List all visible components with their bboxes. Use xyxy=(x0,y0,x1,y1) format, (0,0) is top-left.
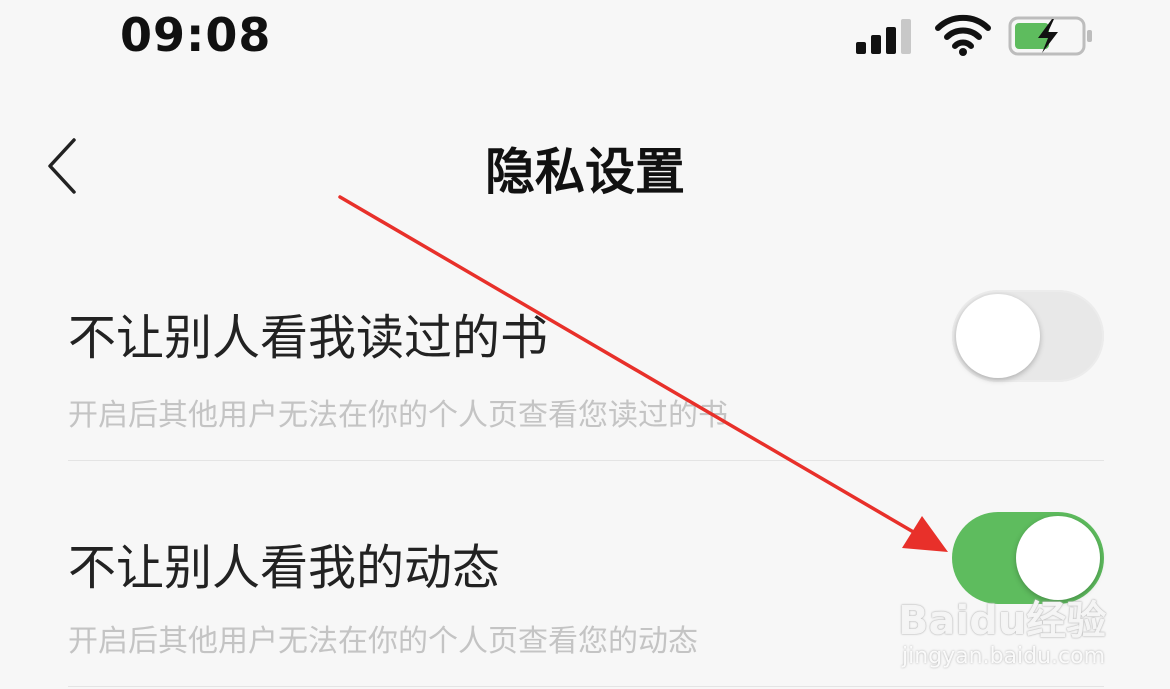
toggle-hide-read-books[interactable] xyxy=(952,290,1104,382)
page-title: 隐私设置 xyxy=(485,143,685,201)
setting-title: 不让别人看我读过的书 xyxy=(68,310,549,366)
setting-hide-read-books: 不让别人看我读过的书 开启后其他用户无法在你的个人页查看您读过的书 xyxy=(68,290,1104,461)
baidu-watermark: Baidu经验 jingyan.baidu.com xyxy=(898,588,1160,686)
cellular-signal-icon xyxy=(856,19,911,54)
battery-charging-icon xyxy=(1008,16,1092,56)
wifi-icon xyxy=(935,14,991,56)
status-bar: 09:08 xyxy=(0,0,1170,80)
watermark-brand: Baidu经验 xyxy=(898,598,1107,644)
status-time: 09:08 xyxy=(120,8,272,62)
setting-description: 开启后其他用户无法在你的个人页查看您读过的书 xyxy=(68,398,728,433)
setting-title: 不让别人看我的动态 xyxy=(68,540,501,596)
setting-description: 开启后其他用户无法在你的个人页查看您的动态 xyxy=(68,624,698,659)
toggle-knob xyxy=(956,294,1040,378)
watermark-url: jingyan.baidu.com xyxy=(902,644,1106,669)
